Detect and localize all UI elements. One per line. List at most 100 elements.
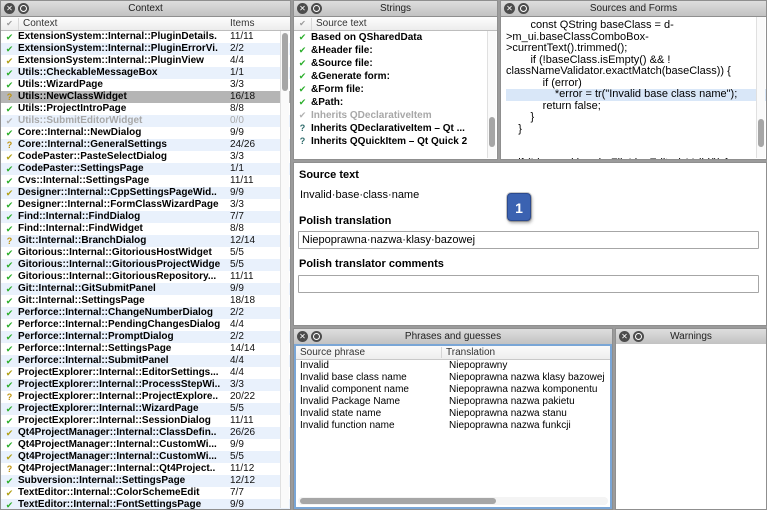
string-row[interactable]: ✔&Source file:	[294, 57, 497, 70]
string-row[interactable]: ✔&Form file:	[294, 83, 497, 96]
strings-scrollbar-thumb[interactable]	[489, 117, 495, 147]
context-row[interactable]: ✔Perforce::Internal::ChangeNumberDialog2…	[1, 307, 290, 319]
context-row[interactable]: ✔Perforce::Internal::SettingsPage14/14	[1, 343, 290, 355]
phrase-row[interactable]: Invalid base class nameNiepoprawna nazwa…	[296, 372, 610, 384]
context-row[interactable]: ✔ExtensionSystem::Internal::PluginView4/…	[1, 55, 290, 67]
context-row[interactable]: ✔CodePaster::SettingsPage1/1	[1, 163, 290, 175]
context-row[interactable]: ✔Qt4ProjectManager::Internal::ClassDefin…	[1, 427, 290, 439]
items-column-label[interactable]: Items	[226, 18, 290, 29]
translator-comments-input[interactable]	[298, 275, 759, 293]
sources-scrollbar-thumb[interactable]	[758, 119, 764, 147]
context-row[interactable]: ✔Utils::ProjectIntroPage8/8	[1, 103, 290, 115]
context-row[interactable]: ✔Designer::Internal::FormClassWizardPage…	[1, 199, 290, 211]
context-row[interactable]: ✔ExtensionSystem::Internal::PluginDetail…	[1, 31, 290, 43]
context-row[interactable]: ✔Git::Internal::GitSubmitPanel9/9	[1, 283, 290, 295]
warnings-titlebar: ✕ Warnings	[616, 329, 766, 345]
string-row[interactable]: ?Inherits QQuickItem – Qt Quick 2	[294, 135, 497, 148]
translated-check-icon: ✔	[1, 499, 18, 510]
context-row[interactable]: ✔Git::Internal::SettingsPage18/18	[1, 295, 290, 307]
phrases-hscrollbar[interactable]	[298, 497, 608, 505]
context-row[interactable]: ?Qt4ProjectManager::Internal::Qt4Project…	[1, 463, 290, 475]
context-row[interactable]: ✔ProjectExplorer::Internal::WizardPage5/…	[1, 403, 290, 415]
sources-scrollbar[interactable]	[756, 17, 765, 158]
context-row[interactable]: ?Utils::NewClassWidget16/18	[1, 91, 290, 103]
context-row[interactable]: ✔Perforce::Internal::PendingChangesDialo…	[1, 319, 290, 331]
context-row[interactable]: ✔Perforce::Internal::SubmitPanel4/4	[1, 355, 290, 367]
context-row[interactable]: ✔Utils::SubmitEditorWidget0/0	[1, 115, 290, 127]
context-row[interactable]: ?ProjectExplorer::Internal::ProjectExplo…	[1, 391, 290, 403]
context-row[interactable]: ✔Qt4ProjectManager::Internal::CustomWi..…	[1, 451, 290, 463]
strings-scrollbar[interactable]	[487, 31, 496, 158]
context-name: CodePaster::SettingsPage	[18, 163, 230, 175]
close-icon[interactable]: ✕	[619, 331, 630, 342]
context-row[interactable]: ✔Gitorious::Internal::GitoriousProjectWi…	[1, 259, 290, 271]
context-row[interactable]: ✔Perforce::Internal::PromptDialog2/2	[1, 331, 290, 343]
string-row[interactable]: ✔&Header file:	[294, 44, 497, 57]
string-row[interactable]: ?Inherits QDeclarativeItem – Qt ...	[294, 122, 497, 135]
string-row[interactable]: ✔&Generate form:	[294, 70, 497, 83]
code-line: const QString baseClass = d-	[506, 20, 756, 32]
context-titlebar: ✕ Context	[1, 1, 290, 17]
translation-input[interactable]	[298, 231, 759, 249]
context-column-label[interactable]: Context	[19, 18, 226, 29]
close-icon[interactable]: ✕	[297, 331, 308, 342]
code-line: if (!d->m_ui.headerFileLineEdit->isValid…	[506, 158, 756, 160]
context-row[interactable]: ✔CodePaster::PasteSelectDialog3/3	[1, 151, 290, 163]
context-row[interactable]: ✔Subversion::Internal::SettingsPage12/12	[1, 475, 290, 487]
context-row[interactable]: ✔ProjectExplorer::Internal::SessionDialo…	[1, 415, 290, 427]
phrases-panel-title: Phrases and guesses	[294, 329, 612, 344]
context-column-header: ✔ Context Items	[1, 17, 290, 31]
translated-check-icon: ✔	[1, 247, 18, 259]
phrase-row[interactable]: Invalid function nameNiepoprawna nazwa f…	[296, 420, 610, 432]
context-row[interactable]: ✔Gitorious::Internal::GitoriousHostWidge…	[1, 247, 290, 259]
context-row[interactable]: ✔Find::Internal::FindDialog7/7	[1, 211, 290, 223]
translated-check-icon: ✔	[1, 307, 18, 319]
phrase-translation: Niepoprawna nazwa klasy bazowej	[445, 372, 610, 384]
context-row[interactable]: ✔TextEditor::Internal::ColorSchemeEdit7/…	[1, 487, 290, 499]
context-row[interactable]: ✔Utils::CheckableMessageBox1/1	[1, 67, 290, 79]
float-panel-icon[interactable]	[311, 3, 322, 14]
context-row[interactable]: ✔ExtensionSystem::Internal::PluginErrorV…	[1, 43, 290, 55]
context-row[interactable]: ✔ProjectExplorer::Internal::EditorSettin…	[1, 367, 290, 379]
context-scrollbar[interactable]	[280, 31, 289, 508]
context-scrollbar-thumb[interactable]	[282, 33, 288, 91]
context-row[interactable]: ✔Core::Internal::NewDialog9/9	[1, 127, 290, 139]
phrase-row[interactable]: Invalid Package NameNiepoprawna nazwa pa…	[296, 396, 610, 408]
phrase-row[interactable]: Invalid state nameNiepoprawna nazwa stan…	[296, 408, 610, 420]
unaccepted-check-icon: ✔	[1, 367, 18, 379]
context-row[interactable]: ✔Utils::WizardPage3/3	[1, 79, 290, 91]
code-line: *error = tr("Invalid base class name");	[506, 89, 766, 101]
phrases-hscrollbar-thumb[interactable]	[300, 498, 496, 504]
strings-list: ✔Based on QSharedData✔&Header file:✔&Sou…	[294, 31, 497, 148]
translation-editor: Source text Invalid·base·class·name Poli…	[293, 162, 767, 326]
context-row[interactable]: ✔Gitorious::Internal::GitoriousRepositor…	[1, 271, 290, 283]
string-row[interactable]: ✔&Path:	[294, 96, 497, 109]
source-text-column-label[interactable]: Source text	[312, 18, 497, 29]
context-row[interactable]: ✔TextEditor::Internal::FontSettingsPage9…	[1, 499, 290, 510]
float-panel-icon[interactable]	[311, 331, 322, 342]
phrase-row[interactable]: Invalid component nameNiepoprawna nazwa …	[296, 384, 610, 396]
string-row[interactable]: ✔Inherits QDeclarativeItem	[294, 109, 497, 122]
float-panel-icon[interactable]	[18, 3, 29, 14]
context-row[interactable]: ✔Qt4ProjectManager::Internal::CustomWi..…	[1, 439, 290, 451]
context-name: Utils::SubmitEditorWidget	[18, 115, 230, 127]
phrase-row[interactable]: InvalidNiepoprawny	[296, 360, 610, 372]
string-row[interactable]: ✔Based on QSharedData	[294, 31, 497, 44]
context-list: ✔ExtensionSystem::Internal::PluginDetail…	[1, 31, 290, 510]
context-name: Find::Internal::FindWidget	[18, 223, 230, 235]
float-panel-icon[interactable]	[633, 331, 644, 342]
context-name: ProjectExplorer::Internal::SessionDialog	[18, 415, 230, 427]
float-panel-icon[interactable]	[518, 3, 529, 14]
close-icon[interactable]: ✕	[297, 3, 308, 14]
context-row[interactable]: ✔Find::Internal::FindWidget8/8	[1, 223, 290, 235]
source-phrase-column-label[interactable]: Source phrase	[296, 347, 442, 358]
context-row[interactable]: ✔Cvs::Internal::SettingsPage11/11	[1, 175, 290, 187]
context-row[interactable]: ?Git::Internal::BranchDialog12/14	[1, 235, 290, 247]
code-line: }	[506, 124, 756, 136]
translation-column-label[interactable]: Translation	[442, 347, 610, 358]
close-icon[interactable]: ✕	[504, 3, 515, 14]
context-row[interactable]: ✔ProjectExplorer::Internal::ProcessStepW…	[1, 379, 290, 391]
context-row[interactable]: ✔Designer::Internal::CppSettingsPageWid.…	[1, 187, 290, 199]
context-row[interactable]: ?Core::Internal::GeneralSettings24/26	[1, 139, 290, 151]
close-icon[interactable]: ✕	[4, 3, 15, 14]
